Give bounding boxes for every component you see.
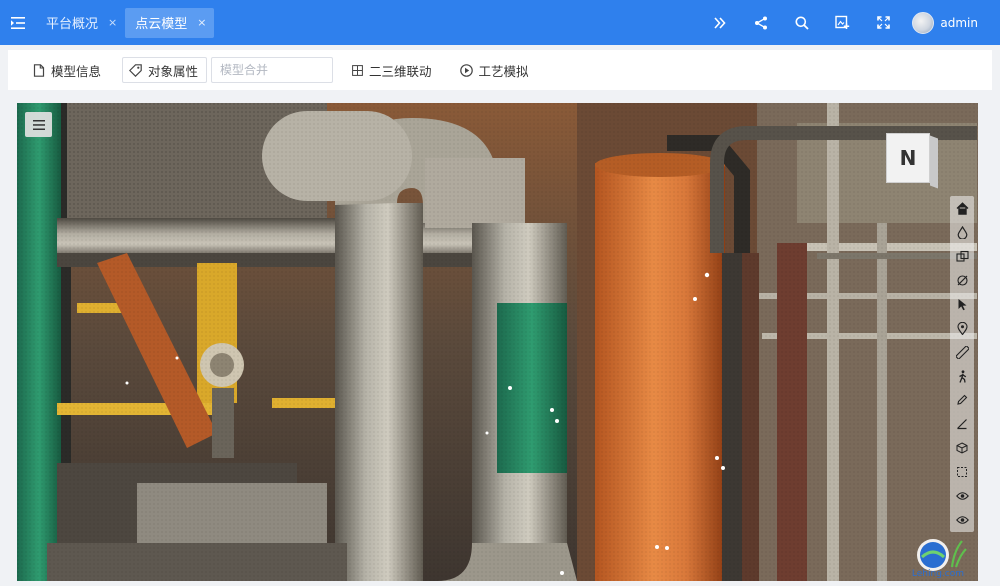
linkage-2d-3d-button[interactable]: 二三维联动: [345, 57, 441, 83]
user-name: admin: [940, 15, 978, 30]
hide-icon[interactable]: [950, 268, 974, 292]
double-chevron-right-icon[interactable]: [699, 0, 740, 45]
play-circle-icon: [459, 63, 473, 77]
object-properties-label: 对象属性: [148, 63, 199, 79]
tab-platform-overview[interactable]: 平台概况 ×: [36, 8, 125, 38]
clip-icon[interactable]: [950, 460, 974, 484]
cube-icon[interactable]: [950, 436, 974, 460]
tab-point-cloud-model[interactable]: 点云模型 ×: [125, 7, 215, 38]
compass-north-face[interactable]: N: [886, 133, 930, 183]
layers-icon[interactable]: [950, 244, 974, 268]
eye-icon[interactable]: [950, 508, 974, 532]
tag-icon: [129, 63, 142, 77]
tab-label: 平台概况: [46, 17, 99, 32]
hamburger-icon[interactable]: [25, 112, 52, 137]
menu-fold-icon[interactable]: [0, 0, 36, 45]
fullscreen-icon[interactable]: [863, 0, 904, 45]
user-menu[interactable]: admin: [904, 0, 1000, 45]
search-icon[interactable]: [781, 0, 822, 45]
object-properties-button[interactable]: 对象属性: [122, 57, 208, 83]
grid-icon: [352, 64, 363, 76]
top-bar: 平台概况 × 点云模型 × admin: [0, 0, 1000, 45]
viewer-side-toolbar: [950, 196, 974, 532]
edit-icon[interactable]: [950, 388, 974, 412]
avatar: [912, 11, 935, 34]
model-merge-input[interactable]: [211, 57, 334, 83]
close-icon[interactable]: ×: [197, 16, 206, 29]
tab-bar: 平台概况 × 点云模型 ×: [36, 0, 215, 45]
view-cube[interactable]: N: [886, 133, 938, 189]
share-icon[interactable]: [740, 0, 781, 45]
image-plus-icon[interactable]: [822, 0, 863, 45]
watermark-text: Lehing.com: [911, 569, 964, 579]
model-info-button[interactable]: 模型信息: [26, 57, 110, 83]
walk-icon[interactable]: [950, 364, 974, 388]
point-cloud-viewer[interactable]: N Lehing.com: [17, 103, 978, 581]
point-cloud-scene[interactable]: [17, 103, 978, 581]
tab-label: 点云模型: [135, 17, 188, 32]
angle-icon[interactable]: [950, 412, 974, 436]
close-icon[interactable]: ×: [108, 16, 117, 29]
home-icon[interactable]: [950, 196, 974, 220]
linkage-label: 二三维联动: [369, 63, 432, 79]
eye-icon[interactable]: [950, 484, 974, 508]
header-actions: admin: [699, 0, 1000, 45]
ruler-icon[interactable]: [950, 340, 974, 364]
process-simulation-label: 工艺模拟: [478, 63, 529, 79]
model-toolbar: 模型信息 对象属性 二三维联动 工艺模拟: [8, 50, 992, 90]
pointer-icon[interactable]: [950, 292, 974, 316]
view-cube-side: [930, 135, 938, 189]
location-icon[interactable]: [950, 316, 974, 340]
model-info-label: 模型信息: [51, 63, 102, 79]
drop-icon[interactable]: [950, 220, 974, 244]
document-icon: [33, 63, 45, 77]
process-simulation-button[interactable]: 工艺模拟: [453, 57, 538, 83]
